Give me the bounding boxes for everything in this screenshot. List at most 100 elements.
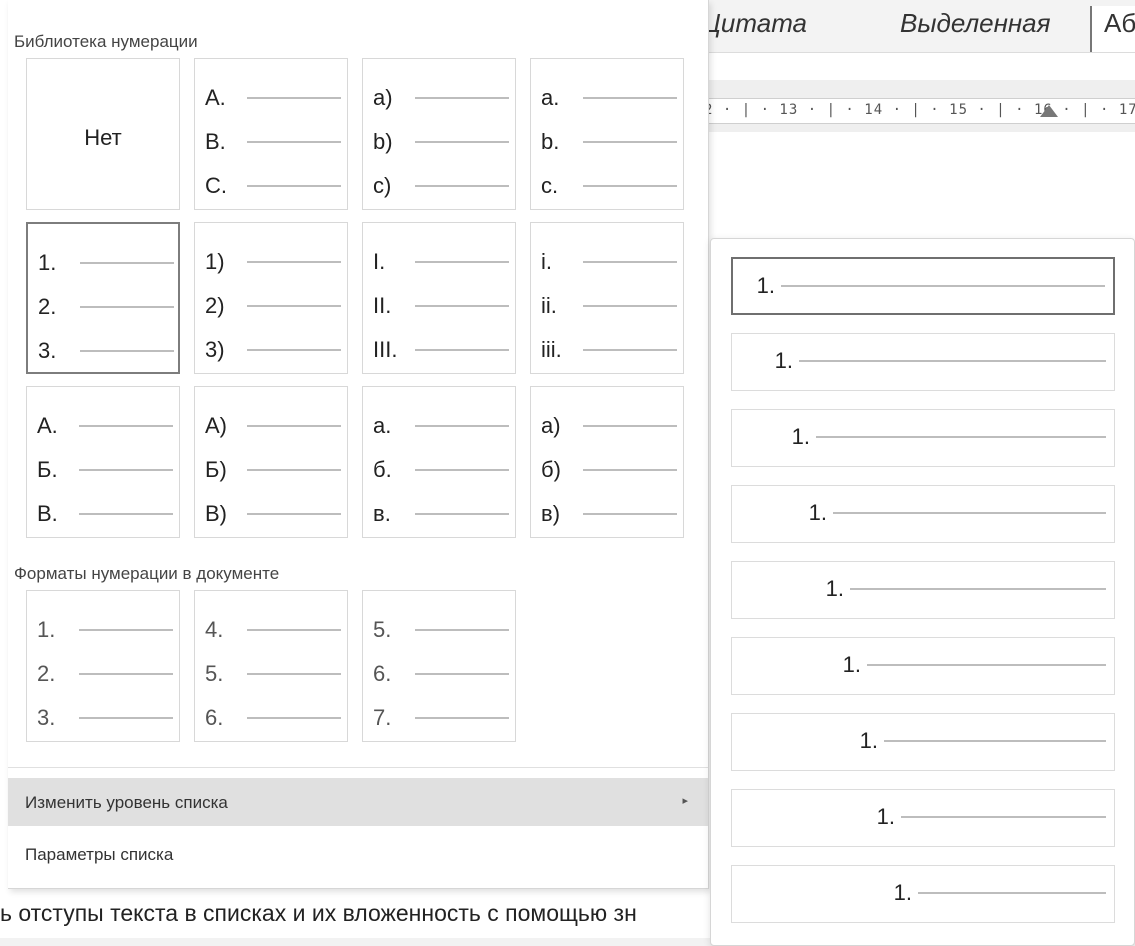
format-label: 2. — [37, 661, 56, 686]
placeholder-line — [415, 469, 509, 471]
level-number: 1. — [842, 652, 861, 677]
format-label: В) — [205, 501, 227, 526]
placeholder-line — [247, 97, 341, 99]
menu-divider — [8, 767, 708, 768]
list-options-item[interactable]: Параметры списка — [8, 830, 708, 878]
placeholder-line — [833, 512, 1106, 514]
format-label: c. — [541, 173, 559, 198]
level-number: 1. — [825, 576, 844, 601]
document-format-tile[interactable]: 1. 2. 3. — [26, 590, 180, 742]
placeholder-line — [583, 349, 677, 351]
numbering-format-tile[interactable]: a. b. c. — [530, 58, 684, 210]
document-formats-title: Форматы нумерации в документе — [14, 564, 280, 583]
format-row: 3. — [37, 705, 173, 731]
list-level-5[interactable]: 1. — [731, 561, 1115, 619]
format-row: 5. — [373, 617, 509, 643]
format-row: в. — [373, 501, 509, 527]
numbering-format-tile[interactable]: I. II. III. — [362, 222, 516, 374]
format-row: В) — [205, 501, 341, 527]
format-row: В. — [37, 501, 173, 527]
format-row: 1. — [38, 250, 174, 276]
list-level-6[interactable]: 1. — [731, 637, 1115, 695]
format-row: C. — [205, 173, 341, 199]
document-format-tile[interactable]: 4. 5. 6. — [194, 590, 348, 742]
placeholder-line — [583, 261, 677, 263]
placeholder-line — [583, 185, 677, 187]
level-preview: 1. — [775, 348, 1106, 374]
document-format-tile[interactable]: 5. 6. 7. — [362, 590, 516, 742]
level-preview: 1. — [894, 880, 1106, 906]
level-preview: 1. — [826, 576, 1106, 602]
format-row: 2) — [205, 293, 341, 319]
format-label: б. — [373, 457, 392, 482]
format-label: а) — [541, 413, 561, 438]
style-intense[interactable]: Выделенная — [900, 8, 1051, 39]
format-label: 7. — [373, 705, 392, 730]
list-level-7[interactable]: 1. — [731, 713, 1115, 771]
list-level-1[interactable]: 1. — [731, 257, 1115, 315]
format-label: b) — [373, 129, 393, 154]
format-label: 4. — [205, 617, 224, 642]
placeholder-line — [247, 305, 341, 307]
list-level-4[interactable]: 1. — [731, 485, 1115, 543]
format-row: c. — [541, 173, 677, 199]
placeholder-line — [415, 185, 509, 187]
placeholder-line — [247, 717, 341, 719]
numbering-format-tile[interactable]: А) Б) В) — [194, 386, 348, 538]
numbering-format-tile[interactable]: а. б. в. — [362, 386, 516, 538]
level-number: 1. — [791, 424, 810, 449]
format-label: 1. — [37, 617, 56, 642]
numbering-format-tile[interactable]: а) б) в) — [530, 386, 684, 538]
numbering-format-tile[interactable]: A. B. C. — [194, 58, 348, 210]
placeholder-line — [583, 425, 677, 427]
placeholder-line — [415, 261, 509, 263]
format-label: ii. — [541, 293, 557, 318]
format-label: 3. — [37, 705, 56, 730]
numbering-format-tile[interactable]: 1) 2) 3) — [194, 222, 348, 374]
placeholder-line — [884, 740, 1106, 742]
format-row: в) — [541, 501, 677, 527]
numbering-none-tile[interactable]: Нет — [26, 58, 180, 210]
placeholder-line — [247, 469, 341, 471]
format-row: 1) — [205, 249, 341, 275]
placeholder-line — [79, 673, 173, 675]
placeholder-line — [79, 513, 173, 515]
style-normal[interactable]: Аб — [1090, 6, 1135, 52]
right-indent-marker[interactable] — [1040, 105, 1058, 117]
format-row: 2. — [37, 661, 173, 687]
format-row: 5. — [205, 661, 341, 687]
list-level-8[interactable]: 1. — [731, 789, 1115, 847]
format-row: 2. — [38, 294, 174, 320]
change-list-level-item[interactable]: Изменить уровень списка ▸ — [8, 778, 708, 826]
list-level-3[interactable]: 1. — [731, 409, 1115, 467]
format-label: II. — [373, 293, 392, 318]
placeholder-line — [247, 349, 341, 351]
placeholder-line — [79, 629, 173, 631]
format-row: 1. — [37, 617, 173, 643]
level-preview: 1. — [877, 804, 1106, 830]
format-label: iii. — [541, 337, 562, 362]
format-label: a. — [541, 85, 560, 110]
placeholder-line — [415, 97, 509, 99]
placeholder-line — [850, 588, 1106, 590]
format-label: б) — [541, 457, 561, 482]
numbering-format-tile[interactable]: 1. 2. 3. — [26, 222, 180, 374]
numbering-format-tile[interactable]: А. Б. В. — [26, 386, 180, 538]
format-label: B. — [205, 129, 226, 154]
numbering-format-tile[interactable]: a) b) c) — [362, 58, 516, 210]
format-row: б. — [373, 457, 509, 483]
numbering-format-tile[interactable]: i. ii. iii. — [530, 222, 684, 374]
format-label: А. — [37, 413, 58, 438]
list-level-9[interactable]: 1. — [731, 865, 1115, 923]
placeholder-line — [816, 436, 1106, 438]
level-preview: 1. — [792, 424, 1106, 450]
document-text: ь отступы текста в списках и их вложенно… — [0, 900, 637, 926]
placeholder-line — [415, 629, 509, 631]
list-level-2[interactable]: 1. — [731, 333, 1115, 391]
placeholder-line — [247, 425, 341, 427]
submenu-arrow-icon: ▸ — [682, 795, 688, 807]
format-row: I. — [373, 249, 509, 275]
level-number: 1. — [859, 728, 878, 753]
format-row: III. — [373, 337, 509, 363]
style-quote[interactable]: Цитата — [702, 8, 807, 39]
